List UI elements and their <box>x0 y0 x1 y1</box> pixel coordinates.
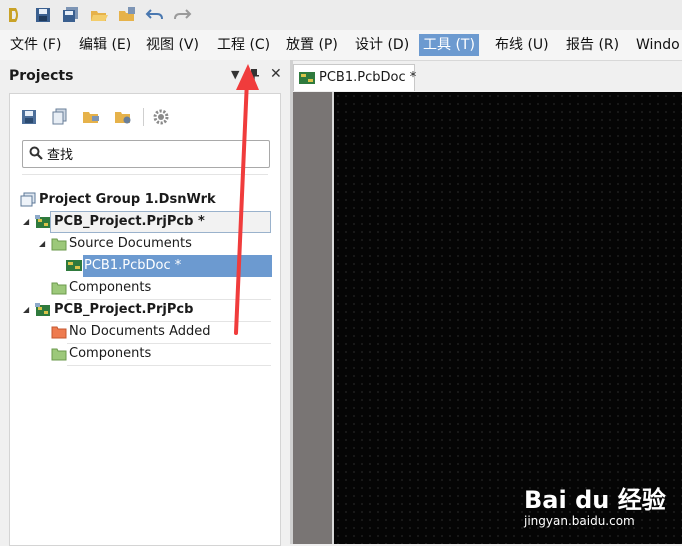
folder-icon <box>51 326 67 339</box>
save-icon[interactable] <box>20 108 38 126</box>
pcb-icon <box>299 72 315 84</box>
tree-item-project2[interactable]: ◢ PCB_Project.PrjPcb <box>10 299 272 321</box>
panel-body: Project Group 1.DsnWrk ◢ PCB_Project.Prj… <box>9 93 281 546</box>
pcb-project-icon <box>35 303 50 316</box>
document-tab-label: PCB1.PcbDoc * <box>319 70 417 85</box>
pcb-project-icon <box>35 215 50 228</box>
watermark-url: jingyan.baidu.com <box>524 514 635 528</box>
tree-item-project-group[interactable]: Project Group 1.DsnWrk <box>10 189 272 211</box>
menu-tools[interactable]: 工具 (T) <box>419 34 479 56</box>
toolbar-separator <box>143 108 144 126</box>
menu-file[interactable]: 文件 (F) <box>6 34 65 56</box>
tree-label: No Documents Added <box>69 324 211 339</box>
watermark-logo: Bai du 经验 <box>524 486 666 514</box>
compile-icon[interactable] <box>51 108 69 126</box>
separator <box>22 174 268 175</box>
menu-project[interactable]: 工程 (C) <box>213 34 274 56</box>
watermark: Bai du 经验 jingyan.baidu.com <box>520 472 680 532</box>
open-project-icon[interactable] <box>117 5 137 25</box>
menu-reports[interactable]: 报告 (R) <box>562 34 623 56</box>
save-icon[interactable] <box>33 5 53 25</box>
tree-item-pcb-document[interactable]: PCB1.PcbDoc * <box>10 255 272 277</box>
pin-icon[interactable] <box>249 69 259 81</box>
search-icon <box>29 146 43 160</box>
undo-icon[interactable] <box>145 5 165 25</box>
menu-design[interactable]: 设计 (D) <box>351 34 413 56</box>
menu-window[interactable]: Windo <box>632 34 682 56</box>
folder-icon <box>51 348 67 361</box>
close-icon[interactable]: ✕ <box>270 66 282 82</box>
tree-label: PCB_Project.PrjPcb <box>54 302 194 317</box>
search-input[interactable] <box>47 144 257 162</box>
quick-access-toolbar <box>0 0 682 30</box>
separator <box>67 365 271 366</box>
tree-item-project1[interactable]: ◢ PCB_Project.PrjPcb * <box>10 211 272 233</box>
project-group-icon <box>20 192 36 207</box>
menu-edit[interactable]: 编辑 (E) <box>75 34 135 56</box>
collapse-icon[interactable]: ◢ <box>39 233 45 255</box>
gear-icon[interactable] <box>152 108 170 126</box>
tree-item-no-documents[interactable]: No Documents Added <box>10 321 272 343</box>
menu-bar: 文件 (F) 编辑 (E) 视图 (V) 工程 (C) 放置 (P) 设计 (D… <box>0 30 682 61</box>
projects-panel: Projects ▼ ✕ 查找 Project Group 1.DsnWrk ◢… <box>0 60 290 546</box>
document-tab[interactable]: PCB1.PcbDoc * <box>293 64 417 91</box>
menu-route[interactable]: 布线 (U) <box>491 34 553 56</box>
tree-label: PCB1.PcbDoc * <box>84 258 182 273</box>
tree-item-components-2[interactable]: Components <box>10 343 272 365</box>
tree-label: Source Documents <box>69 236 192 251</box>
panel-title: Projects <box>9 68 74 84</box>
folder-icon <box>51 238 67 251</box>
menu-view[interactable]: 视图 (V) <box>142 34 203 56</box>
tree-label: Project Group 1.DsnWrk <box>39 192 216 207</box>
open-project-icon[interactable] <box>114 108 132 126</box>
redo-icon[interactable] <box>172 5 192 25</box>
save-all-icon[interactable] <box>61 5 81 25</box>
panel-menu-icon[interactable]: ▼ <box>231 68 239 81</box>
tree-label: Components <box>69 280 152 295</box>
pcb-icon <box>66 260 82 271</box>
search-box[interactable] <box>22 140 270 168</box>
tree-label: Components <box>69 346 152 361</box>
panel-header: Projects ▼ ✕ <box>0 60 290 92</box>
open-icon[interactable] <box>89 5 109 25</box>
folder-icon[interactable] <box>82 108 100 126</box>
collapse-icon[interactable]: ◢ <box>23 299 29 321</box>
tree-item-source-documents[interactable]: ◢ Source Documents <box>10 233 272 255</box>
tree-label: PCB_Project.PrjPcb * <box>54 214 205 229</box>
folder-icon <box>51 282 67 295</box>
collapse-icon[interactable]: ◢ <box>23 211 29 233</box>
menu-place[interactable]: 放置 (P) <box>282 34 342 56</box>
app-logo-icon[interactable] <box>4 5 24 25</box>
tree-item-components-1[interactable]: Components <box>10 277 272 299</box>
